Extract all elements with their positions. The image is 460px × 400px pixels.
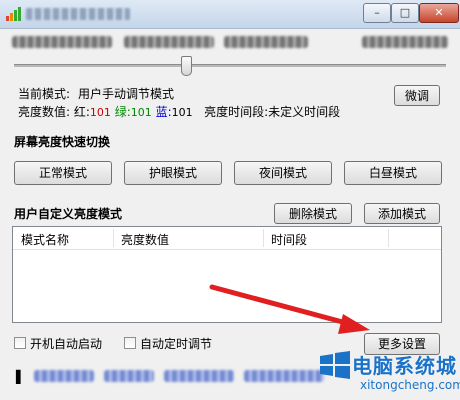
- app-window: – □ ✕ 当前模式: 用户手动调节模式 微调 亮度数值: 红:101 绿:10…: [0, 0, 460, 400]
- watermark-url: xitongcheng.com: [360, 378, 460, 392]
- footer-marker: ▌: [16, 370, 26, 384]
- red-arrow-annotation: [209, 284, 370, 334]
- footer-blurred-text: [34, 370, 334, 384]
- watermark-text: 电脑系统城: [352, 354, 457, 378]
- windows-logo-icon: [320, 351, 350, 379]
- watermark-logo: 电脑系统城 xitongcheng.com: [318, 348, 460, 398]
